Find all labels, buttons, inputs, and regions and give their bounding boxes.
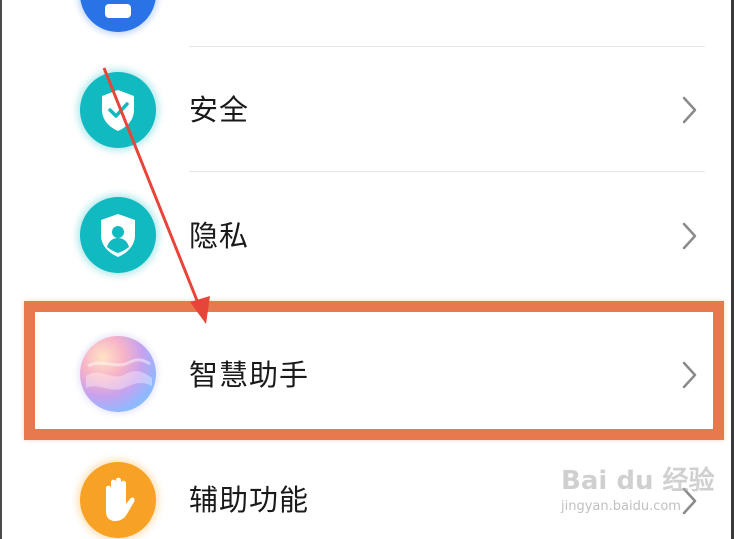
chevron-right-icon[interactable]	[678, 221, 700, 251]
chevron-right-icon[interactable]	[678, 95, 700, 125]
highlight-box	[24, 301, 724, 440]
watermark-logo: Bai du 经验	[561, 466, 715, 496]
divider	[189, 171, 705, 172]
left-border	[0, 0, 2, 539]
shield-check-icon	[80, 72, 156, 148]
watermark-url: jingyan.baidu.com	[561, 499, 681, 514]
hand-icon	[80, 462, 156, 538]
menu-item-privacy-label[interactable]: 隐私	[189, 218, 249, 254]
menu-item-security-label[interactable]: 安全	[189, 92, 249, 128]
baidu-watermark: Bai du 经验 jingyan.baidu.com	[561, 460, 721, 530]
settings-screen: 安全 隐私 智慧助手 辅助功能 Bai du 经验 jingyan.baidu.…	[0, 0, 734, 539]
shield-user-icon	[80, 197, 156, 273]
menu-item-accessibility-label[interactable]: 辅助功能	[189, 482, 309, 518]
divider	[189, 46, 705, 47]
top-item-icon	[80, 0, 156, 32]
